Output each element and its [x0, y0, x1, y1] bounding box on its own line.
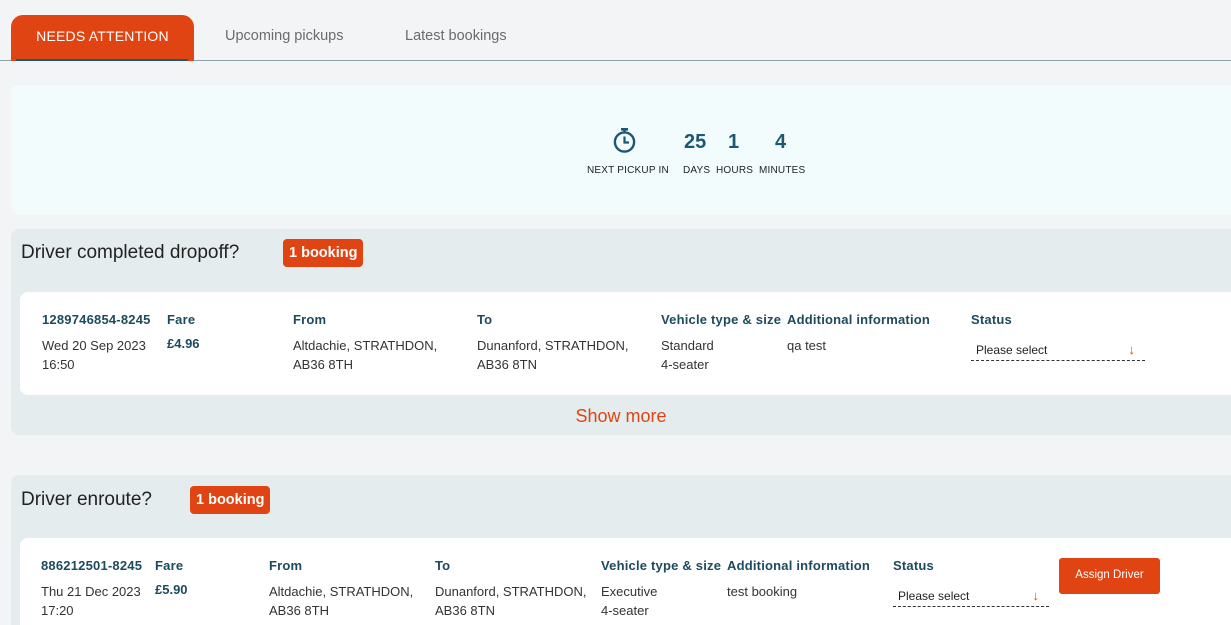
to-line-2: AB36 8TN [435, 603, 495, 618]
booking-id[interactable]: 886212501-8245 [41, 556, 142, 575]
vehicle-type: Executive [601, 584, 658, 599]
booking-card: 886212501-8245 Thu 21 Dec 2023 17:20 Far… [20, 538, 1231, 625]
to-line-1: Dunanford, STRATHDON, [435, 584, 587, 599]
show-more-link[interactable]: Show more [11, 406, 1231, 427]
countdown-hours: 1 [728, 131, 740, 153]
tab-latest-bookings[interactable]: Latest bookings [405, 15, 507, 61]
booking-date: Thu 21 Dec 2023 [41, 584, 141, 599]
countdown-days: 25 [684, 131, 707, 153]
status-select[interactable]: Please select ↓ [893, 585, 1049, 607]
arrow-down-icon: ↓ [1032, 588, 1040, 603]
section-title: Driver completed dropoff? [21, 242, 240, 263]
days-label: DAYS [683, 165, 711, 176]
from-line-1: Altdachie, STRATHDON, [269, 584, 414, 599]
section-title: Driver enroute? [21, 489, 152, 510]
tab-upcoming-pickups[interactable]: Upcoming pickups [225, 15, 343, 61]
minutes-label: MINUTES [759, 165, 806, 176]
next-pickup-countdown: NEXT PICKUP IN 25 DAYS 1 HOURS 4 MINUTES [11, 85, 1231, 214]
booking-count-badge: 1 booking [190, 486, 271, 514]
to-header: To [477, 312, 493, 327]
vehicle-header: Vehicle type & size [661, 312, 782, 327]
vehicle-header: Vehicle type & size [601, 558, 722, 573]
vehicle-size: 4-seater [601, 603, 649, 618]
status-select[interactable]: Please select ↓ [971, 339, 1145, 361]
section-driver-enroute: Driver enroute? 1 booking 886212501-8245… [11, 475, 1231, 625]
fare-header: Fare [155, 558, 184, 573]
info-value: qa test [787, 338, 827, 353]
tab-bar: NEEDS ATTENTION Upcoming pickups Latest … [0, 0, 1231, 61]
assign-driver-button[interactable]: Assign Driver [1059, 558, 1160, 594]
booking-count-badge: 1 booking [283, 239, 364, 267]
booking-date: Wed 20 Sep 2023 [42, 338, 146, 353]
from-line-1: Altdachie, STRATHDON, [293, 338, 438, 353]
status-select-value: Please select [976, 343, 1048, 357]
arrow-down-icon: ↓ [1128, 342, 1136, 357]
from-header: From [269, 558, 303, 573]
tab-needs-attention[interactable]: NEEDS ATTENTION [11, 15, 194, 61]
vehicle-type: Standard [661, 338, 714, 353]
fare-value: £5.90 [155, 582, 188, 597]
info-value: test booking [727, 584, 798, 599]
booking-time: 17:20 [41, 603, 74, 618]
countdown-minutes: 4 [775, 131, 787, 153]
from-line-2: AB36 8TH [293, 357, 353, 372]
vehicle-size: 4-seater [661, 357, 709, 372]
hours-label: HOURS [716, 165, 754, 176]
stopwatch-icon [613, 128, 636, 153]
status-select-value: Please select [898, 589, 970, 603]
from-header: From [293, 312, 327, 327]
status-header: Status [893, 558, 934, 573]
booking-card: 1289746854-8245 Wed 20 Sep 2023 16:50 Fa… [20, 292, 1231, 395]
booking-id[interactable]: 1289746854-8245 [42, 310, 151, 329]
to-line-2: AB36 8TN [477, 357, 537, 372]
booking-time: 16:50 [42, 357, 75, 372]
to-header: To [435, 558, 451, 573]
section-driver-completed-dropoff: Driver completed dropoff? 1 booking 1289… [11, 229, 1231, 435]
info-header: Additional information [787, 312, 931, 327]
info-header: Additional information [727, 558, 871, 573]
from-line-2: AB36 8TH [269, 603, 329, 618]
next-pickup-label: NEXT PICKUP IN [587, 165, 669, 176]
status-header: Status [971, 312, 1012, 327]
to-line-1: Dunanford, STRATHDON, [477, 338, 629, 353]
fare-header: Fare [167, 312, 196, 327]
fare-value: £4.96 [167, 336, 200, 351]
